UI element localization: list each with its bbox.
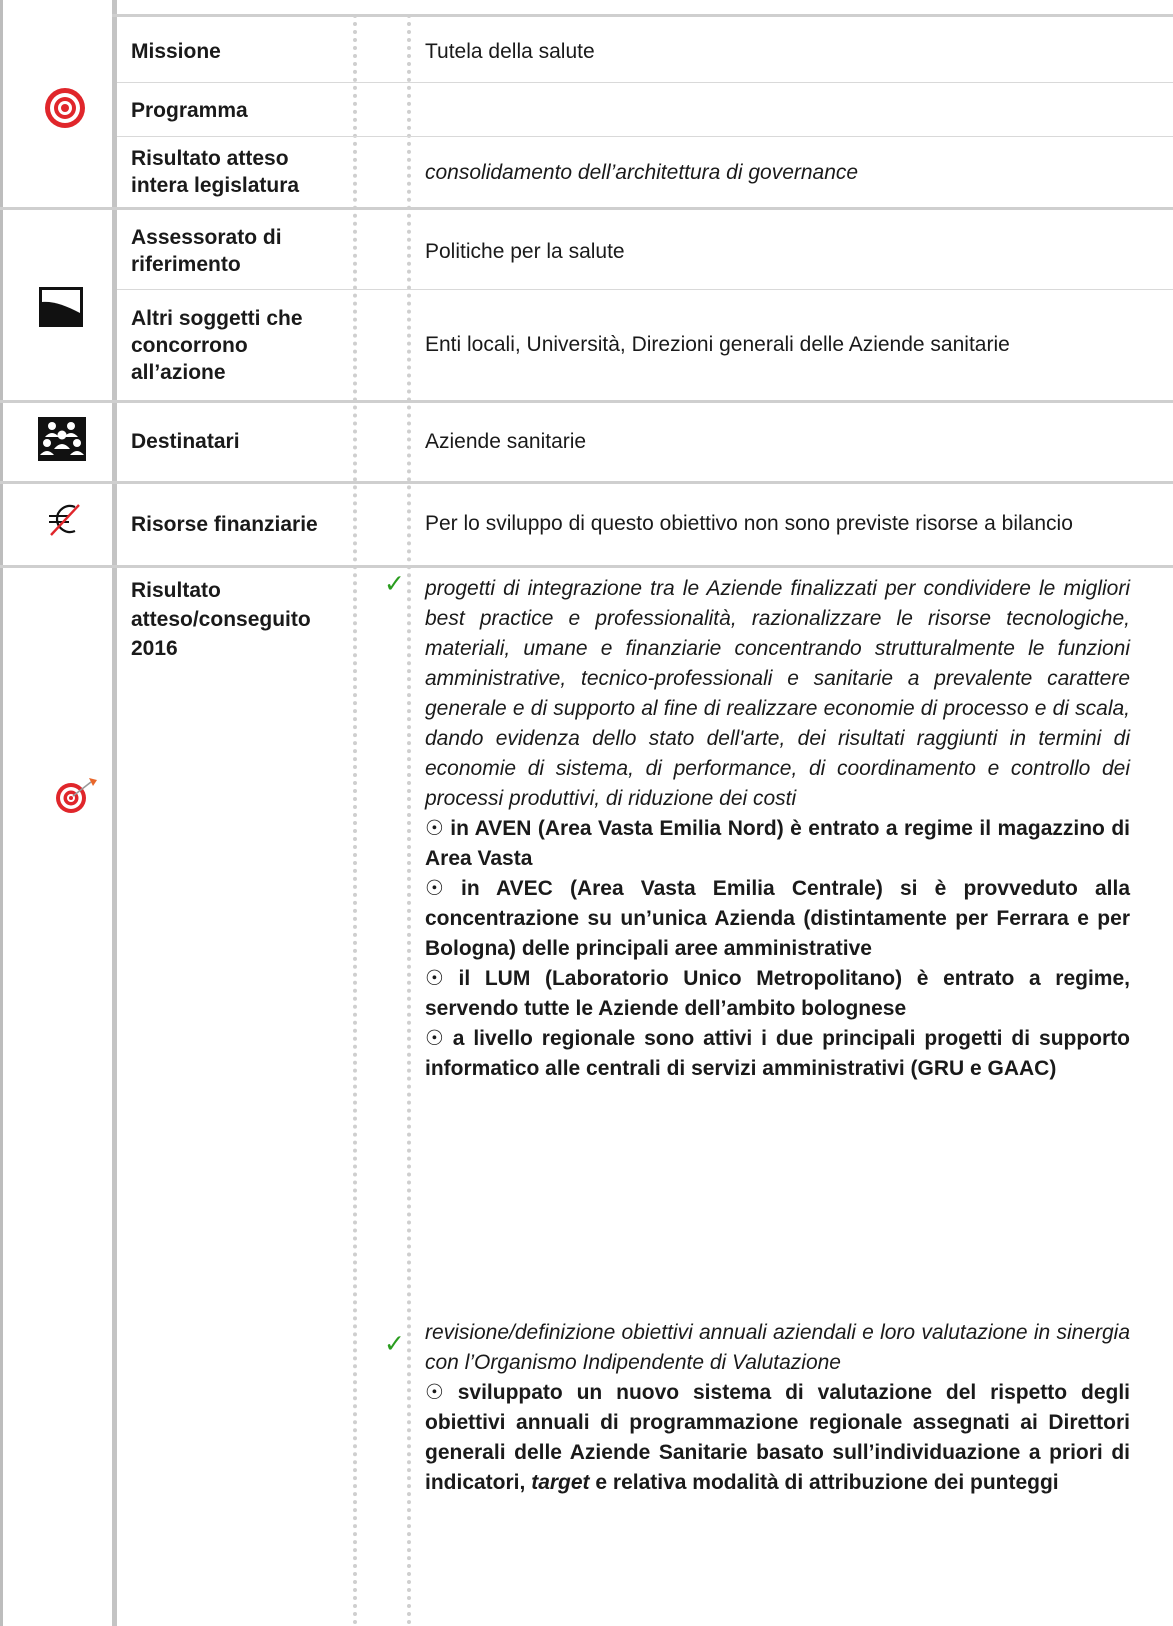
section-separator	[0, 400, 1173, 403]
check-column-border	[353, 14, 361, 1626]
crossed-euro-icon	[45, 499, 85, 544]
bullet-text: in AVEN (Area Vasta Emilia Nord) è entra…	[425, 817, 1130, 870]
row-separator	[117, 289, 1173, 290]
risorse-label: Risorse finanziarie	[131, 512, 318, 536]
people-group-icon	[38, 417, 86, 466]
document-page: Missione Tutela della salute Programma R…	[0, 0, 1173, 1626]
bullet-emphasis: target	[531, 1471, 590, 1494]
section-separator	[0, 207, 1173, 210]
bullet-text: il LUM (Laboratorio Unico Metropolitano)…	[425, 967, 1130, 1020]
result-item-2-text: revisione/definizione obiettivi annuali …	[425, 1321, 1130, 1374]
bullet-icon: ☉	[425, 817, 444, 840]
result-item-2: revisione/definizione obiettivi annuali …	[425, 1318, 1130, 1498]
table-top-border	[112, 14, 1173, 17]
region-flag-icon	[37, 285, 85, 334]
risultato-2016-label: Risultato atteso/conseguito 2016	[131, 579, 311, 660]
risorse-value: Per lo sviluppo di questo obiettivo non …	[425, 490, 1125, 558]
risultato-legislatura-label: Risultato atteso intera legislatura	[131, 147, 300, 197]
result-bullet: ☉ in AVEN (Area Vasta Emilia Nord) è ent…	[425, 814, 1130, 874]
risultato-legislatura-value: consolidamento dell’architettura di gove…	[425, 160, 859, 184]
programma-label: Programma	[131, 98, 248, 122]
assessorato-value: Politiche per la salute	[425, 239, 625, 263]
assessorato-label: Assessorato di riferimento	[131, 226, 282, 276]
icon-column-border	[112, 0, 117, 1626]
missione-label: Missione	[131, 39, 221, 63]
bullet-text: in AVEC (Area Vasta Emilia Centrale) si …	[425, 877, 1130, 960]
section-separator	[0, 565, 1173, 568]
section-separator	[0, 481, 1173, 484]
bullet-icon: ☉	[425, 1027, 444, 1050]
result-item-1-text: progetti di integrazione tra le Aziende …	[425, 577, 1130, 810]
missione-value: Tutela della salute	[425, 39, 595, 63]
result-item-1: progetti di integrazione tra le Aziende …	[425, 574, 1130, 1084]
check-icon: ✓	[384, 570, 405, 598]
altri-soggetti-text: Enti locali, Università, Direzioni gener…	[425, 333, 1010, 356]
destinatari-label: Destinatari	[131, 429, 240, 453]
bullet-text: a livello regionale sono attivi i due pr…	[425, 1027, 1130, 1080]
risorse-text: Per lo sviluppo di questo obiettivo non …	[425, 512, 1073, 535]
bullet-icon: ☉	[425, 877, 444, 900]
value-column-border	[407, 14, 415, 1626]
row-separator	[117, 82, 1173, 83]
bullet-icon: ☉	[425, 1381, 444, 1404]
bullet-text: e relativa modalità di attribuzione dei …	[595, 1471, 1059, 1494]
destinatari-value: Aziende sanitarie	[425, 429, 587, 453]
bullet-icon: ☉	[425, 967, 444, 990]
altri-soggetti-value: Enti locali, Università, Direzioni gener…	[425, 296, 1125, 394]
row-separator	[117, 136, 1173, 137]
result-bullet: ☉ in AVEC (Area Vasta Emilia Centrale) s…	[425, 874, 1130, 964]
target-icon	[43, 86, 87, 135]
target-dart-icon	[53, 776, 99, 821]
result-bullet: ☉ sviluppato un nuovo sistema di valutaz…	[425, 1378, 1130, 1498]
result-bullet: ☉ il LUM (Laboratorio Unico Metropolitan…	[425, 964, 1130, 1024]
table-left-border	[0, 0, 3, 1626]
result-bullet: ☉ a livello regionale sono attivi i due …	[425, 1024, 1130, 1084]
altri-soggetti-label: Altri soggetti che concorrono all’azione	[131, 306, 303, 384]
programma-value	[425, 88, 1125, 132]
check-icon: ✓	[384, 1330, 405, 1358]
